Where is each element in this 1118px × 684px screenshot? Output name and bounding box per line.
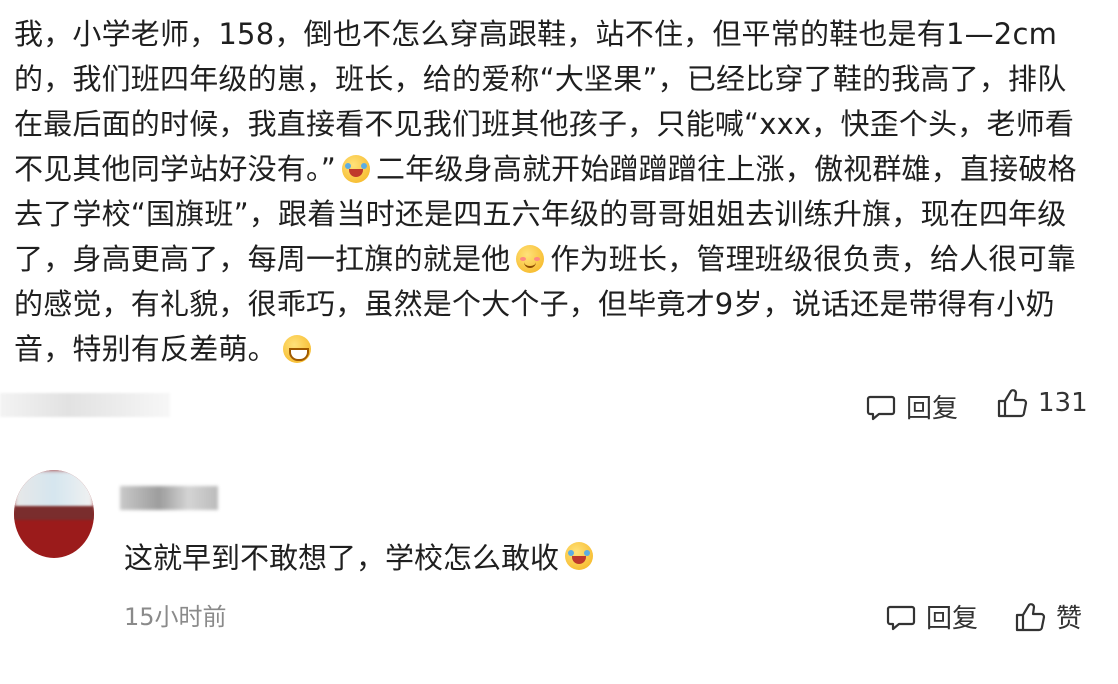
thumbs-up-icon xyxy=(997,389,1028,418)
reply-comment: 这就早到不敢想了，学校怎么敢收 xyxy=(124,535,599,577)
reply-timestamp: 15小时前 xyxy=(124,603,227,631)
blurred-info-bar xyxy=(0,393,170,417)
reply-reply-label: 回复 xyxy=(926,604,979,634)
post-reply-button[interactable]: 回复 xyxy=(866,388,958,425)
comment-bubble-icon xyxy=(866,395,896,420)
post-reply-label: 回复 xyxy=(906,394,959,424)
reply-reply-button[interactable]: 回复 xyxy=(886,598,978,635)
post-like-button[interactable]: 131 xyxy=(996,388,1088,418)
avatar-blur-band xyxy=(14,506,94,520)
reply-text: 这就早到不敢想了，学校怎么敢收 xyxy=(124,541,560,575)
username-blurred[interactable] xyxy=(120,486,218,510)
laugh-cry-emoji-icon xyxy=(341,155,370,183)
thumbs-up-icon xyxy=(1015,602,1046,631)
shy-emoji-icon xyxy=(516,245,545,273)
post-content: 我，小学老师，158，倒也不怎么穿高跟鞋，站不住，但平常的鞋也是有1—2cm的，… xyxy=(14,12,1094,372)
laugh-cry-emoji-icon xyxy=(565,542,594,570)
avatar[interactable] xyxy=(14,470,94,558)
comment-bubble-icon xyxy=(886,605,916,630)
avatar-blur-top xyxy=(14,470,94,510)
reply-like-button[interactable]: 赞 xyxy=(1014,598,1082,635)
post-like-count: 131 xyxy=(1038,388,1088,418)
grin-emoji-icon xyxy=(282,335,311,363)
reply-like-label: 赞 xyxy=(1056,604,1083,634)
